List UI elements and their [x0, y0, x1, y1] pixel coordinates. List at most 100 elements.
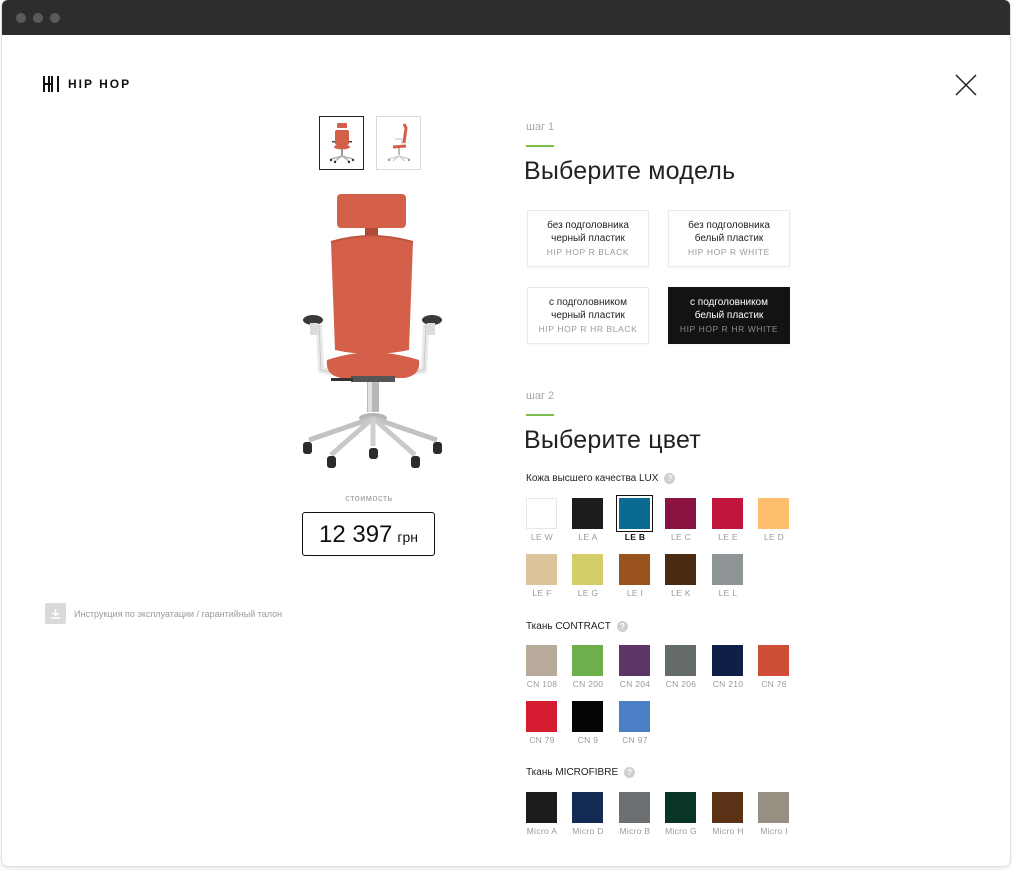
color-swatch-label: CN 108 — [526, 679, 558, 689]
color-swatch-cn-79[interactable] — [526, 701, 557, 732]
help-icon[interactable]: ? — [624, 767, 636, 778]
window-dot-close[interactable] — [16, 13, 26, 23]
manual-download-link[interactable]: Инструкция по эксплуатации / гарантийный… — [45, 603, 282, 624]
close-icon[interactable] — [955, 74, 977, 96]
color-swatch-label: LE D — [763, 532, 785, 542]
color-swatch-label: LE I — [626, 588, 644, 598]
color-swatch-label: CN 9 — [577, 735, 599, 745]
model-line1: без подголовника — [547, 219, 629, 231]
color-category-name: Ткань CONTRACT — [526, 621, 611, 632]
color-swatch-label: Micro I — [760, 826, 788, 836]
price-box: 12 397 грн — [302, 512, 435, 556]
color-swatch-le-a[interactable] — [572, 498, 603, 529]
color-swatch-label: CN 76 — [761, 679, 787, 689]
model-code: HIP HOP R HR WHITE — [679, 323, 779, 334]
step2-accent-line — [526, 414, 554, 416]
model-code: HIP HOP R HR BLACK — [538, 323, 638, 334]
color-swatch-cn-76[interactable] — [758, 645, 789, 676]
color-swatch-le-g[interactable] — [572, 554, 603, 585]
color-swatch-label: CN 210 — [712, 679, 744, 689]
color-swatch-label: LE L — [718, 588, 738, 598]
manual-link-text: Инструкция по эксплуатации / гарантийный… — [74, 608, 283, 619]
color-swatch-label: Micro A — [526, 826, 558, 836]
model-line1: с подголовником — [549, 296, 627, 308]
color-category-name: Кожа высшего качества LUX — [526, 473, 659, 484]
download-icon — [45, 603, 66, 624]
color-swatch-label: LE F — [532, 588, 552, 598]
color-swatch-label: Micro G — [665, 826, 697, 836]
color-swatch-cn-9[interactable] — [572, 701, 603, 732]
color-swatch-micro-b[interactable] — [619, 792, 650, 823]
color-swatch-le-w[interactable] — [526, 498, 557, 529]
color-swatch-micro-d[interactable] — [572, 792, 603, 823]
color-swatch-le-i[interactable] — [619, 554, 650, 585]
model-line2: черный пластик — [551, 309, 625, 321]
color-swatch-label: LE K — [671, 588, 691, 598]
step1-accent-line — [526, 145, 554, 147]
color-swatch-micro-a[interactable] — [526, 792, 557, 823]
help-icon[interactable]: ? — [616, 621, 628, 632]
color-swatch-micro-i[interactable] — [758, 792, 789, 823]
color-swatch-cn-204[interactable] — [619, 645, 650, 676]
color-swatch-le-l[interactable] — [712, 554, 743, 585]
color-swatch-label: Micro H — [712, 826, 744, 836]
color-swatch-le-k[interactable] — [665, 554, 696, 585]
app-window — [2, 0, 1010, 866]
color-swatch-micro-h[interactable] — [712, 792, 743, 823]
color-category-label: Ткань CONTRACT? — [526, 621, 628, 632]
brand-logo[interactable]: HIP HOP — [43, 75, 131, 93]
color-swatch-le-e[interactable] — [712, 498, 743, 529]
model-code: HIP HOP R BLACK — [546, 246, 630, 257]
color-swatch-label: CN 97 — [622, 735, 648, 745]
title-bar — [2, 0, 1010, 35]
color-swatch-cn-97[interactable] — [619, 701, 650, 732]
step2-label: шаг 2 — [526, 390, 555, 402]
color-swatch-le-b[interactable] — [616, 495, 653, 532]
color-swatch-cn-210[interactable] — [712, 645, 743, 676]
color-swatch-cn-200[interactable] — [572, 645, 603, 676]
window-dot-minimize[interactable] — [33, 13, 43, 23]
chair-preview-image — [303, 194, 442, 468]
step1-title: Выберите модель — [524, 157, 736, 185]
brand-name: HIP HOP — [68, 77, 132, 91]
color-swatch-label: LE A — [578, 532, 598, 542]
color-swatch-le-c[interactable] — [665, 498, 696, 529]
color-category-label: Ткань MICROFIBRE? — [526, 767, 636, 778]
model-card-r-black[interactable]: без подголовника черный пластик HIP HOP … — [527, 210, 649, 267]
color-swatch-le-f[interactable] — [526, 554, 557, 585]
chair-front-thumbnail-icon — [329, 123, 354, 164]
color-swatch-label: LE C — [670, 532, 692, 542]
color-swatch-label: Micro D — [572, 826, 604, 836]
color-swatch-cn-108[interactable] — [526, 645, 557, 676]
color-category-name: Ткань MICROFIBRE — [526, 767, 619, 778]
color-category-label: Кожа высшего качества LUX? — [526, 473, 676, 484]
model-line1: без подголовника — [688, 219, 770, 231]
color-swatch-le-d[interactable] — [758, 498, 789, 529]
step2-title: Выберите цвет — [524, 426, 701, 454]
color-swatch-micro-g[interactable] — [665, 792, 696, 823]
price-label: стоимость — [345, 493, 393, 503]
color-swatch-cn-206[interactable] — [665, 645, 696, 676]
model-card-r-hr-white[interactable]: с подголовником белый пластик HIP HOP R … — [668, 287, 790, 344]
model-card-r-hr-black[interactable]: с подголовником черный пластик HIP HOP R… — [527, 287, 649, 344]
step1-label: шаг 1 — [526, 121, 555, 133]
color-swatch-label: LE E — [718, 532, 738, 542]
model-line2: черный пластик — [551, 232, 625, 244]
help-icon[interactable]: ? — [664, 473, 676, 484]
view-thumbnails — [319, 116, 421, 170]
thumbnail-side-view[interactable] — [376, 116, 421, 170]
model-card-r-white[interactable]: без подголовника белый пластик HIP HOP R… — [668, 210, 790, 267]
model-line2: белый пластик — [694, 309, 764, 321]
model-code: HIP HOP R WHITE — [688, 246, 770, 257]
window-dot-maximize[interactable] — [50, 13, 60, 23]
color-swatch-label: CN 206 — [665, 679, 697, 689]
chair-side-thumbnail-icon — [387, 123, 410, 162]
color-swatch-label: LE G — [577, 588, 599, 598]
price-value: 12 397 — [318, 521, 393, 548]
color-swatch-label: CN 79 — [529, 735, 555, 745]
logo-mark-icon — [43, 76, 59, 92]
color-swatch-label: LE W — [531, 532, 553, 542]
color-swatch-label: CN 204 — [619, 679, 651, 689]
thumbnail-front-view[interactable] — [319, 116, 364, 170]
model-line1: с подголовником — [690, 296, 768, 308]
